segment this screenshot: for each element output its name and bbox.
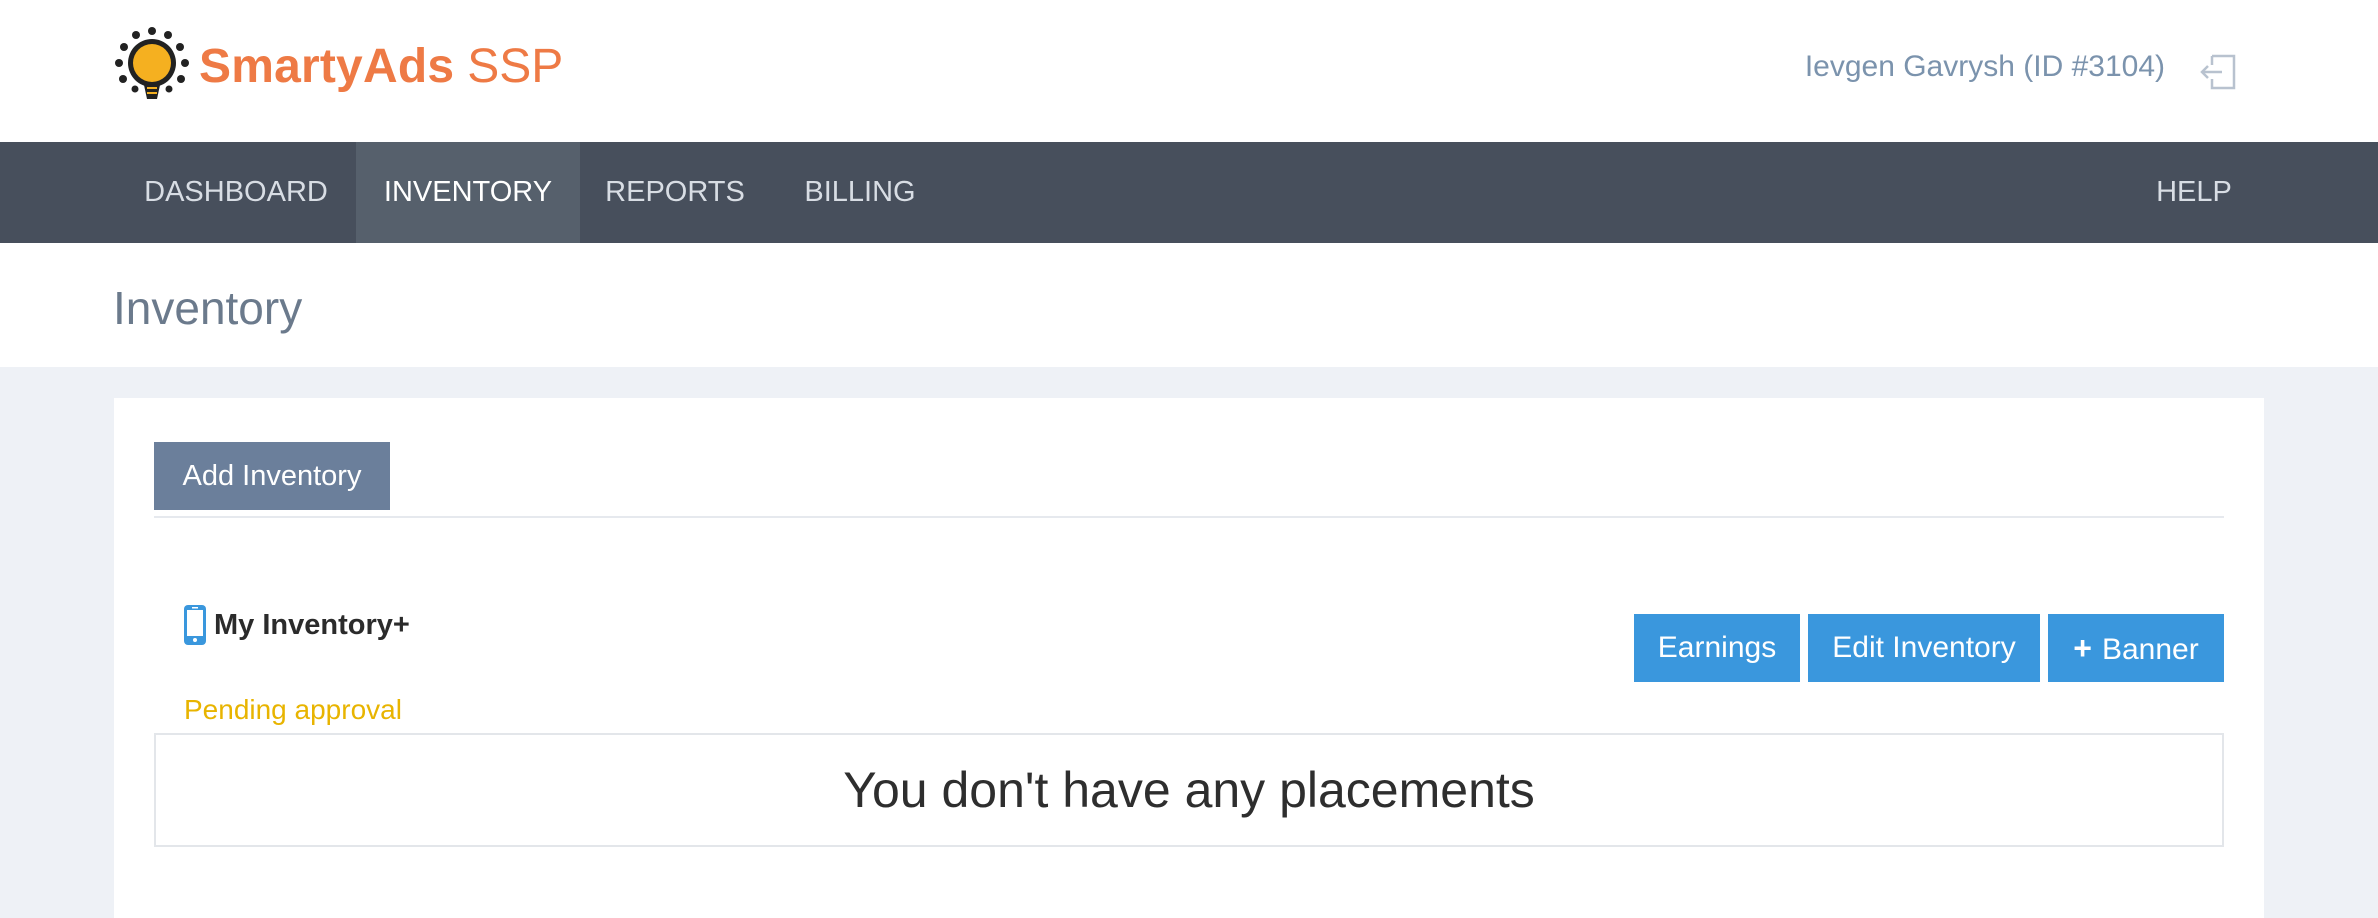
- page-title-band: Inventory: [0, 243, 2378, 367]
- earnings-button[interactable]: Earnings: [1634, 614, 1800, 682]
- nav-billing[interactable]: BILLING: [770, 142, 950, 243]
- nav-dashboard[interactable]: DASHBOARD: [114, 142, 358, 243]
- lightbulb-logo-icon: [115, 27, 189, 99]
- inventory-header: My Inventory+: [182, 603, 410, 647]
- add-banner-label: Banner: [2101, 633, 2199, 666]
- user-account-label[interactable]: Ievgen Gavrysh (ID #3104): [1745, 50, 2165, 84]
- mobile-phone-icon: [184, 605, 206, 645]
- brand-logo[interactable]: SmartyAds SSP: [111, 26, 563, 106]
- brand-suffix: SSP: [467, 39, 564, 93]
- plus-icon: +: [2073, 630, 2092, 666]
- page-title: Inventory: [113, 282, 303, 334]
- nav-inventory[interactable]: INVENTORY: [356, 142, 580, 243]
- nav-help[interactable]: HELP: [2134, 142, 2254, 243]
- nav-reports[interactable]: REPORTS: [580, 142, 770, 243]
- status-badge: Pending approval: [184, 694, 402, 725]
- logout-icon[interactable]: [2198, 50, 2242, 94]
- add-inventory-button[interactable]: Add Inventory: [154, 442, 390, 510]
- inventory-name[interactable]: My Inventory+: [214, 609, 410, 642]
- brand-name: SmartyAds: [199, 39, 455, 93]
- edit-inventory-button[interactable]: Edit Inventory: [1808, 614, 2040, 682]
- main-navigation: DASHBOARD INVENTORY REPORTS BILLING HELP: [0, 142, 2378, 243]
- top-header: SmartyAds SSP Ievgen Gavrysh (ID #3104): [0, 0, 2378, 142]
- empty-state-message: You don't have any placements: [843, 762, 1535, 818]
- placements-empty-state: You don't have any placements: [154, 733, 2224, 847]
- inventory-card: Add Inventory My Inventory+ Pending appr…: [114, 398, 2264, 918]
- add-banner-button[interactable]: + Banner: [2048, 614, 2224, 682]
- section-divider: [154, 516, 2224, 518]
